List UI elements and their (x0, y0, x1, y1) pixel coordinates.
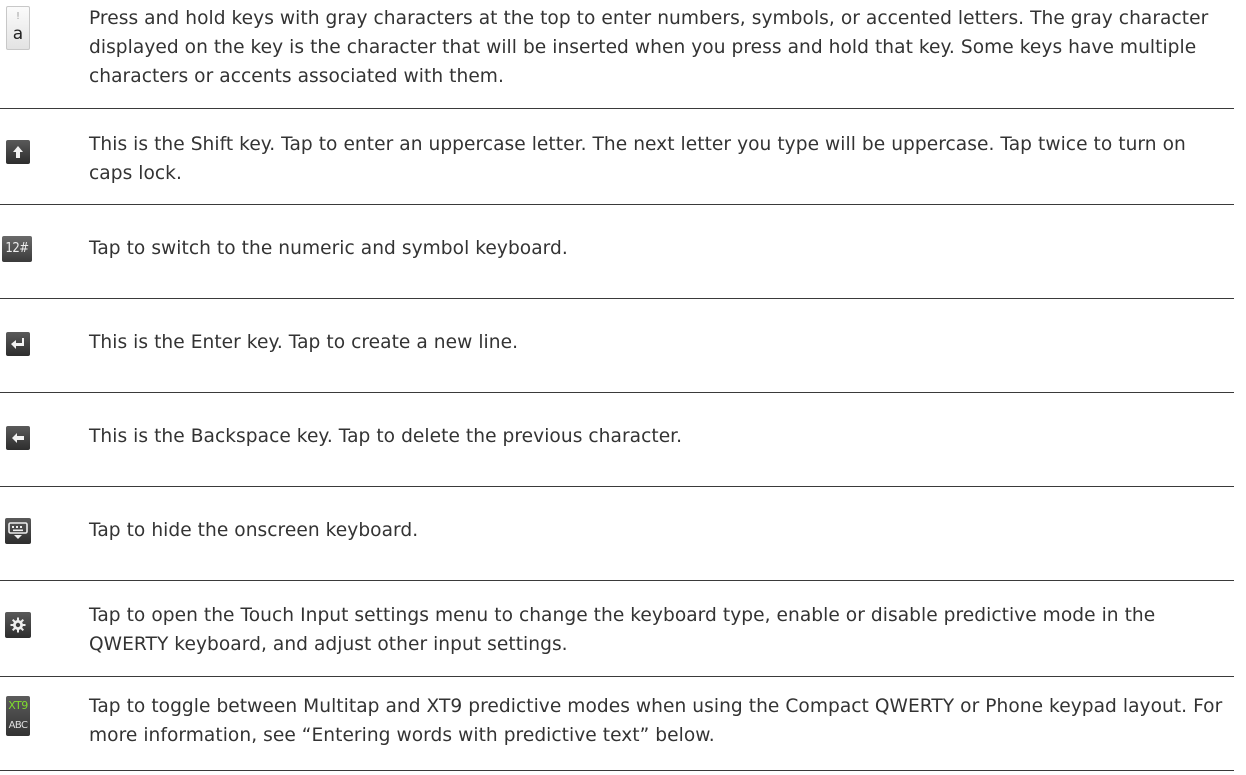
xt9-label: XT9 (8, 699, 28, 712)
shift-key-icon (6, 140, 30, 164)
divider (0, 204, 1234, 205)
key-description: Tap to toggle between Multitap and XT9 p… (89, 696, 1223, 746)
key-main-char: a (12, 24, 24, 44)
key-description: Tap to hide the onscreen keyboard. (89, 520, 419, 541)
xt9-abc-toggle-key-icon: XT9 ABC (6, 696, 30, 736)
gray-character-key-icon: ! a (6, 6, 30, 50)
key-row-backspace: This is the Backspace key. Tap to delete… (0, 394, 1240, 486)
key-description: This is the Shift key. Tap to enter an u… (89, 134, 1186, 184)
enter-key-icon (6, 332, 30, 356)
divider (0, 392, 1234, 393)
key-row-shift: This is the Shift key. Tap to enter an u… (0, 110, 1240, 204)
key-description: This is the Enter key. Tap to create a n… (89, 332, 519, 353)
divider (0, 676, 1234, 677)
key-row-hide-keyboard: Tap to hide the onscreen keyboard. (0, 488, 1240, 580)
key-row-gray-characters: ! a Press and hold keys with gray charac… (0, 0, 1240, 100)
hide-keyboard-key-icon (5, 518, 31, 544)
divider (0, 108, 1234, 109)
key-row-settings: Tap to open the Touch Input settings men… (0, 582, 1240, 676)
backspace-key-icon (6, 426, 30, 450)
divider (0, 770, 1234, 771)
key-top-char: ! (15, 11, 20, 22)
divider (0, 298, 1234, 299)
settings-gear-key-icon (5, 612, 31, 638)
numeric-symbol-key-icon: 12# (2, 236, 32, 262)
key-description: Press and hold keys with gray characters… (89, 8, 1209, 87)
key-description: Tap to switch to the numeric and symbol … (89, 238, 568, 259)
key-description: This is the Backspace key. Tap to delete… (89, 426, 683, 447)
key-row-xt9-toggle: XT9 ABC Tap to toggle between Multitap a… (0, 678, 1240, 770)
numeric-symbol-key-label: 12# (2, 236, 32, 262)
divider (0, 486, 1234, 487)
divider (0, 580, 1234, 581)
key-row-enter: This is the Enter key. Tap to create a n… (0, 300, 1240, 392)
key-row-numeric-symbol: 12# Tap to switch to the numeric and sym… (0, 206, 1240, 298)
key-description: Tap to open the Touch Input settings men… (89, 605, 1156, 655)
abc-label: ABC (8, 720, 28, 731)
